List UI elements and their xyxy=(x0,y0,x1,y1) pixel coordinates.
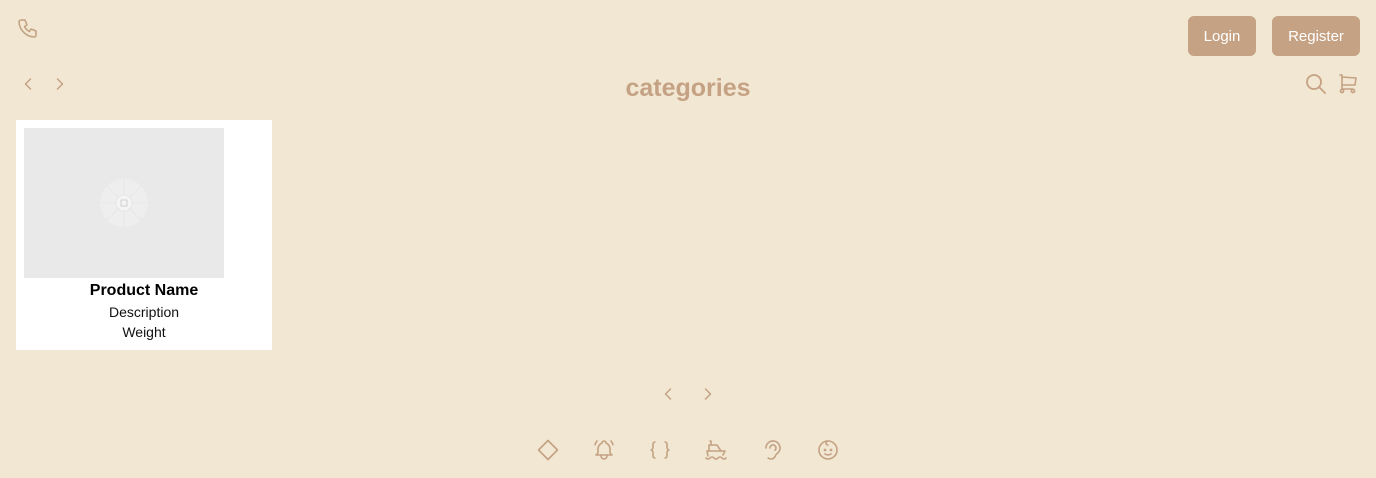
pagination-prev-icon[interactable] xyxy=(658,384,678,404)
baby-face-icon[interactable] xyxy=(816,436,840,464)
footer-icon-bar xyxy=(0,436,1376,464)
product-description: Description xyxy=(108,304,180,320)
bell-ringing-icon[interactable] xyxy=(592,436,616,464)
pagination-next-icon[interactable] xyxy=(698,384,718,404)
product-image-placeholder xyxy=(24,128,224,278)
ear-icon[interactable] xyxy=(760,436,784,464)
register-button[interactable]: Register xyxy=(1272,16,1360,56)
phone-icon[interactable] xyxy=(16,16,40,40)
product-weight: Weight xyxy=(122,324,166,340)
ship-icon[interactable] xyxy=(704,436,728,464)
product-name: Product Name xyxy=(89,282,199,299)
search-icon[interactable] xyxy=(1304,72,1328,96)
diamond-icon[interactable] xyxy=(536,436,560,464)
login-button[interactable]: Login xyxy=(1188,16,1256,56)
braces-icon[interactable] xyxy=(648,436,672,464)
cart-icon[interactable] xyxy=(1336,72,1360,96)
product-card[interactable]: Product Name Description Weight xyxy=(16,120,272,350)
page-title: categories xyxy=(625,74,751,102)
